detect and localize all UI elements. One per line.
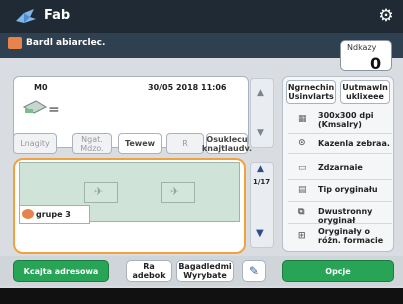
duplex-icon: ⧉ [298,207,305,217]
setting-mixed-size-label: Oryginały o różn. formacie [318,227,384,245]
address-book-button[interactable]: Kcajta adresowa [13,260,109,282]
setting-original-type[interactable]: ▤ Tip oryginału [288,180,392,202]
option-button-3[interactable]: Tewew [118,133,162,154]
document-name: M0 [34,83,48,92]
setting-resolution[interactable]: ▦ 300x300 dpi (Kmsalry) [288,108,392,134]
options-button[interactable]: Opcje [282,260,394,282]
file-icon: ⊙ [298,138,306,148]
favorite-settings-button[interactable]: Uutmawln uklixeee [340,80,390,104]
copies-label: Ndkazy [347,43,377,52]
setting-original-type-label: Tip oryginału [318,185,378,194]
mixed-size-icon: ⊞ [298,231,306,241]
setting-scan-size[interactable]: ▭ Zdzarnaie [288,158,392,180]
document-datetime: 30/05 2018 11:06 [148,83,227,92]
document-icon [22,99,48,119]
setting-duplex[interactable]: ⧉ Dwustronny oryginał [288,202,392,225]
option-button-2[interactable]: Ngat. Mdzo. [72,133,112,154]
notice-icon [8,37,22,49]
notice-text: Bardl abiarclec. [26,38,106,48]
document-equals-icon: = [48,102,60,118]
copies-value: 0 [370,54,382,73]
option-button-5[interactable]: Osuklecu knajtlaudv. [202,133,252,154]
option-button-4[interactable]: R [166,133,204,154]
scroll-up-icon[interactable]: ▲ [257,88,264,98]
job-slot-2-icon: ✈ [170,185,180,198]
page-indicator: 1/17 [253,178,271,186]
original-type-icon: ▤ [298,185,307,195]
setting-scan-size-label: Zdzarnaie [318,163,363,172]
scan-size-icon: ▭ [298,163,307,173]
job-slot-1-icon: ✈ [94,185,104,198]
one-touch-button[interactable]: Ra adebok [126,260,172,282]
setting-file-name[interactable]: ⊙ Kazenla zebraa. [288,134,392,154]
edit-icon[interactable]: ✎ [242,260,266,282]
recent-settings-button[interactable]: Ngrnechin Usinvlarts [286,80,336,104]
page-down-icon[interactable]: ▼ [256,228,264,239]
window-title: Fab [44,8,71,23]
option-button-1[interactable]: Lnagity [13,133,57,154]
recent-jobs-button[interactable]: Bagadledmi Wyrybate [176,260,234,282]
resolution-icon: ▦ [298,114,307,124]
setting-resolution-label: 300x300 dpi (Kmsalry) [318,111,374,129]
setting-mixed-size[interactable]: ⊞ Oryginały o różn. formacie [288,224,392,250]
settings-gear-icon[interactable]: ⚙ [376,6,396,26]
setting-duplex-label: Dwustronny oryginał [318,207,373,225]
app-bird-icon [14,7,38,27]
status-bar [0,288,403,304]
group-icon [22,209,34,219]
page-up-icon[interactable]: ▲ [257,164,264,174]
setting-file-name-label: Kazenla zebraa. [318,139,390,148]
scroll-down-icon[interactable]: ▼ [257,128,264,138]
group-label: grupe 3 [36,210,71,219]
